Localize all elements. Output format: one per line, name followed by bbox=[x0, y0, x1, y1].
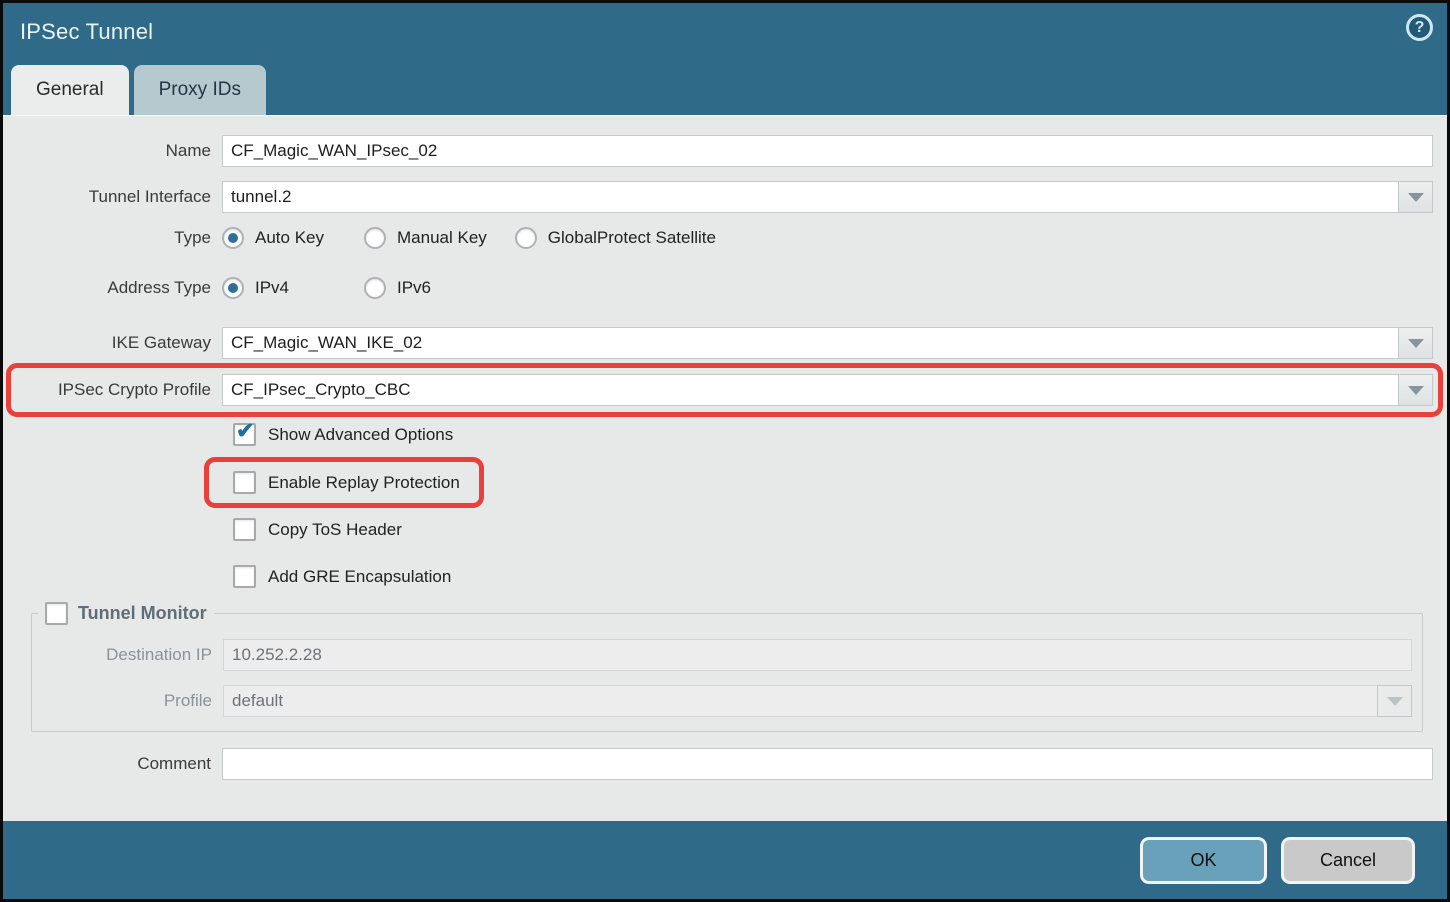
destination-ip-label: Destination IP bbox=[32, 645, 212, 665]
address-type-label: Address Type bbox=[15, 278, 211, 298]
name-row: Name bbox=[15, 135, 1433, 167]
enable-replay-protection-row[interactable]: Enable Replay Protection bbox=[233, 471, 460, 494]
radio-globalprotect-satellite[interactable]: GlobalProtect Satellite bbox=[515, 227, 742, 249]
dialog-header: IPSec Tunnel ? General Proxy IDs bbox=[3, 3, 1447, 115]
tunnel-monitor-legend: Tunnel Monitor bbox=[38, 602, 214, 625]
type-label: Type bbox=[15, 228, 211, 248]
checkbox-icon[interactable] bbox=[45, 602, 68, 625]
show-advanced-options-label: Show Advanced Options bbox=[268, 425, 453, 445]
radio-button-icon[interactable] bbox=[222, 277, 244, 299]
tunnel-interface-label: Tunnel Interface bbox=[15, 187, 211, 207]
dialog-body: Name Tunnel Interface Type Auto Key Manu… bbox=[3, 115, 1447, 821]
tunnel-monitor-label: Tunnel Monitor bbox=[78, 603, 207, 624]
enable-replay-protection-label: Enable Replay Protection bbox=[268, 473, 460, 493]
address-type-radio-group: IPv4 IPv6 bbox=[222, 277, 1433, 299]
ok-button[interactable]: OK bbox=[1140, 837, 1267, 884]
radio-button-icon[interactable] bbox=[222, 227, 244, 249]
radio-auto-key-label: Auto Key bbox=[255, 228, 324, 248]
radio-globalprotect-satellite-label: GlobalProtect Satellite bbox=[548, 228, 716, 248]
ipsec-crypto-profile-row: IPSec Crypto Profile bbox=[15, 374, 1433, 406]
dialog-footer: OK Cancel bbox=[3, 821, 1447, 899]
ipsec-crypto-profile-combo bbox=[222, 374, 1433, 406]
name-label: Name bbox=[15, 141, 211, 161]
radio-ipv6[interactable]: IPv6 bbox=[364, 277, 504, 299]
radio-ipv6-label: IPv6 bbox=[397, 278, 431, 298]
address-type-row: Address Type IPv4 IPv6 bbox=[15, 277, 1433, 299]
copy-tos-header-row[interactable]: Copy ToS Header bbox=[233, 518, 402, 541]
checkbox-icon[interactable] bbox=[233, 565, 256, 588]
ike-gateway-label: IKE Gateway bbox=[15, 333, 211, 353]
cancel-button[interactable]: Cancel bbox=[1281, 837, 1415, 884]
comment-row: Comment bbox=[15, 748, 1433, 780]
radio-button-icon[interactable] bbox=[515, 227, 537, 249]
copy-tos-header-label: Copy ToS Header bbox=[268, 520, 402, 540]
ipsec-crypto-profile-input[interactable] bbox=[222, 374, 1398, 406]
comment-label: Comment bbox=[15, 754, 211, 774]
checkbox-icon[interactable] bbox=[233, 518, 256, 541]
type-row: Type Auto Key Manual Key GlobalProtect S… bbox=[15, 227, 1433, 249]
chevron-down-icon bbox=[1408, 339, 1424, 348]
dialog-title: IPSec Tunnel bbox=[3, 3, 1447, 45]
chevron-down-icon bbox=[1408, 193, 1424, 202]
destination-ip-row: Destination IP bbox=[32, 639, 1412, 671]
radio-manual-key-label: Manual Key bbox=[397, 228, 487, 248]
tunnel-interface-input[interactable] bbox=[222, 181, 1398, 213]
tunnel-interface-combo bbox=[222, 181, 1433, 213]
tunnel-interface-row: Tunnel Interface bbox=[15, 181, 1433, 213]
radio-button-icon[interactable] bbox=[364, 277, 386, 299]
profile-combo bbox=[223, 685, 1412, 717]
comment-input[interactable] bbox=[222, 748, 1433, 780]
profile-label: Profile bbox=[32, 691, 212, 711]
profile-dropdown-button bbox=[1377, 685, 1412, 717]
tunnel-monitor-section: Tunnel Monitor Destination IP Profile bbox=[31, 602, 1423, 732]
radio-ipv4-label: IPv4 bbox=[255, 278, 289, 298]
radio-manual-key[interactable]: Manual Key bbox=[364, 227, 513, 249]
ike-gateway-row: IKE Gateway bbox=[15, 327, 1433, 359]
profile-row: Profile bbox=[32, 685, 1412, 717]
name-input[interactable] bbox=[222, 135, 1433, 167]
add-gre-encapsulation-label: Add GRE Encapsulation bbox=[268, 567, 451, 587]
ike-gateway-dropdown-button[interactable] bbox=[1398, 327, 1433, 359]
ipsec-crypto-profile-label: IPSec Crypto Profile bbox=[15, 380, 211, 400]
add-gre-encapsulation-row[interactable]: Add GRE Encapsulation bbox=[233, 565, 451, 588]
tab-proxy-ids[interactable]: Proxy IDs bbox=[134, 65, 266, 115]
tunnel-interface-dropdown-button[interactable] bbox=[1398, 181, 1433, 213]
tab-bar: General Proxy IDs bbox=[11, 65, 266, 115]
chevron-down-icon bbox=[1408, 386, 1424, 395]
profile-input bbox=[223, 685, 1377, 717]
help-icon[interactable]: ? bbox=[1406, 14, 1433, 41]
checkbox-icon[interactable] bbox=[233, 471, 256, 494]
radio-button-icon[interactable] bbox=[364, 227, 386, 249]
ike-gateway-input[interactable] bbox=[222, 327, 1398, 359]
type-radio-group: Auto Key Manual Key GlobalProtect Satell… bbox=[222, 227, 1433, 249]
chevron-down-icon bbox=[1387, 697, 1403, 706]
radio-ipv4[interactable]: IPv4 bbox=[222, 277, 362, 299]
tab-general[interactable]: General bbox=[11, 65, 129, 115]
ipsec-tunnel-dialog: IPSec Tunnel ? General Proxy IDs Name Tu… bbox=[0, 0, 1450, 902]
radio-auto-key[interactable]: Auto Key bbox=[222, 227, 362, 249]
show-advanced-options-row[interactable]: Show Advanced Options bbox=[233, 423, 453, 446]
ike-gateway-combo bbox=[222, 327, 1433, 359]
ipsec-crypto-profile-dropdown-button[interactable] bbox=[1398, 374, 1433, 406]
checkbox-icon[interactable] bbox=[233, 423, 256, 446]
destination-ip-input bbox=[223, 639, 1412, 671]
